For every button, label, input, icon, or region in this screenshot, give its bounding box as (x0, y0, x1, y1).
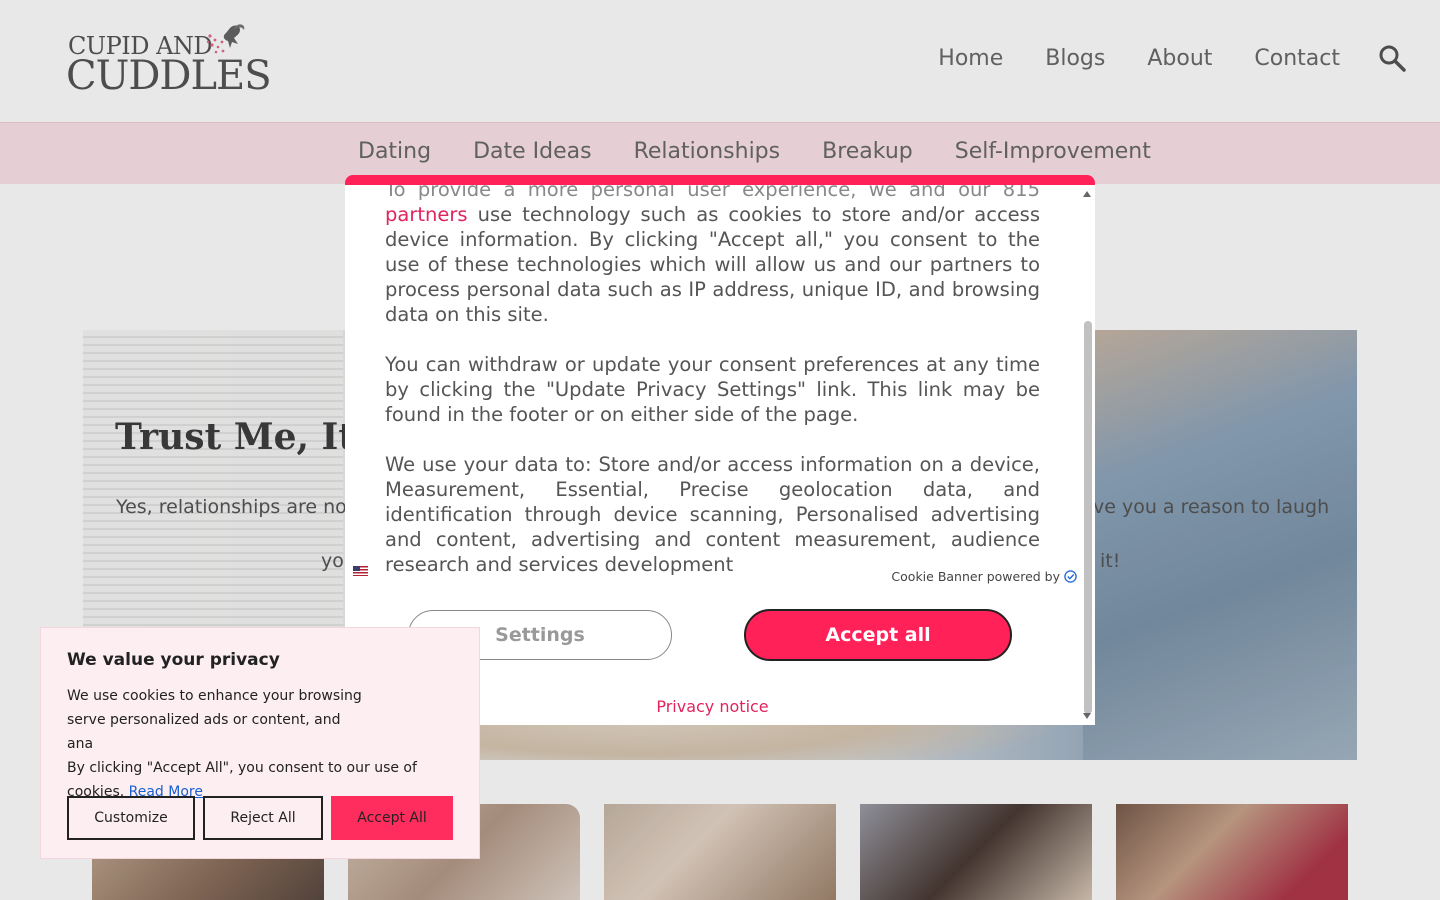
consent-paragraph-3: We use your data to: Store and/or access… (385, 453, 1040, 576)
consent-intro-clipped: To provide a more personal user experien… (385, 178, 1040, 201)
customize-button[interactable]: Customize (67, 796, 195, 840)
scroll-up-arrow-icon[interactable] (1083, 191, 1091, 197)
consent-paragraph-2: You can withdraw or update your consent … (385, 353, 1040, 426)
reject-all-button[interactable]: Reject All (203, 796, 323, 840)
checkmark-badge-icon (1064, 570, 1077, 583)
consent-paragraph-1: use technology such as cookies to store … (385, 203, 1040, 326)
cookie-body-line: We use cookies to enhance your browsing (67, 688, 362, 704)
powered-by-text: Cookie Banner powered by (891, 569, 1060, 584)
consent-text: To provide a more personal user experien… (385, 178, 1040, 602)
cookie-banner-title: We value your privacy (67, 650, 280, 670)
accept-all-button[interactable]: Accept all (744, 609, 1012, 661)
powered-by[interactable]: Cookie Banner powered by (891, 569, 1077, 584)
cookie-body-line: serve personalized ads or content, and a… (67, 712, 341, 752)
cookie-banner-text: We use cookies to enhance your browsing … (67, 684, 417, 804)
partners-link[interactable]: partners (385, 203, 468, 226)
accept-all-cookies-button[interactable]: Accept All (331, 796, 453, 840)
us-flag-icon[interactable] (353, 566, 368, 576)
cookie-banner: We value your privacy We use cookies to … (40, 627, 480, 859)
scroll-down-arrow-icon[interactable] (1083, 713, 1091, 719)
modal-scrollbar[interactable] (1084, 321, 1092, 714)
cookie-body-line: By clicking "Accept All", you consent to… (67, 760, 417, 776)
